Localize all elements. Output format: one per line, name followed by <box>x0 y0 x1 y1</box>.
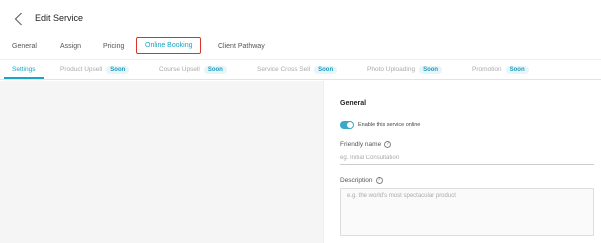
subtab-label: Settings <box>12 66 36 73</box>
subtab-promotion[interactable]: Promotion Soon <box>472 66 529 74</box>
subtab-label: Promotion <box>472 66 502 73</box>
soon-badge: Soon <box>106 66 130 74</box>
soon-badge: Soon <box>203 66 227 74</box>
enable-online-toggle[interactable] <box>340 121 354 129</box>
tab-client-pathway[interactable]: Client Pathway <box>218 43 265 50</box>
description-input[interactable] <box>340 188 594 236</box>
tab-assign[interactable]: Assign <box>60 43 81 50</box>
tab-general[interactable]: General <box>12 43 37 50</box>
soon-badge: Soon <box>419 66 443 74</box>
chevron-left-icon <box>14 12 22 26</box>
content-area <box>0 81 323 243</box>
page-header: Edit Service <box>0 0 601 38</box>
toggle-label: Enable this service online <box>358 122 421 128</box>
description-label: Description ? <box>340 177 383 184</box>
friendly-name-input[interactable] <box>340 151 594 165</box>
subtab-label: Photo Uploading <box>367 66 416 73</box>
friendly-name-label: Friendly name ? <box>340 141 392 148</box>
subtab-label: Service Cross Sell <box>257 66 311 73</box>
subtab-product-upsell[interactable]: Product Upsell Soon <box>60 66 130 74</box>
help-icon[interactable]: ? <box>384 141 392 148</box>
field-label-text: Friendly name <box>340 141 382 148</box>
subtab-course-upsell[interactable]: Course Upsell Soon <box>159 66 227 74</box>
field-label-text: Description <box>340 177 373 184</box>
general-settings-panel: General Enable this service online Frien… <box>323 81 601 243</box>
subtab-label: Product Upsell <box>60 66 103 73</box>
soon-badge: Soon <box>505 66 529 74</box>
sub-tabs: Settings Product Upsell Soon Course Upsel… <box>0 61 601 80</box>
main-tabs: General Assign Pricing Online Booking Cl… <box>0 37 601 60</box>
panel-heading: General <box>340 100 367 107</box>
back-button[interactable] <box>10 10 26 28</box>
page-title: Edit Service <box>35 13 84 23</box>
tab-pricing[interactable]: Pricing <box>103 43 124 50</box>
subtab-service-cross-sell[interactable]: Service Cross Sell Soon <box>257 66 338 74</box>
help-icon[interactable]: ? <box>375 177 383 184</box>
subtab-settings[interactable]: Settings <box>4 66 43 79</box>
subtab-label: Course Upsell <box>159 66 200 73</box>
soon-badge: Soon <box>314 66 338 74</box>
subtab-photo-uploading[interactable]: Photo Uploading Soon <box>367 66 443 74</box>
tab-online-booking[interactable]: Online Booking <box>136 37 202 54</box>
